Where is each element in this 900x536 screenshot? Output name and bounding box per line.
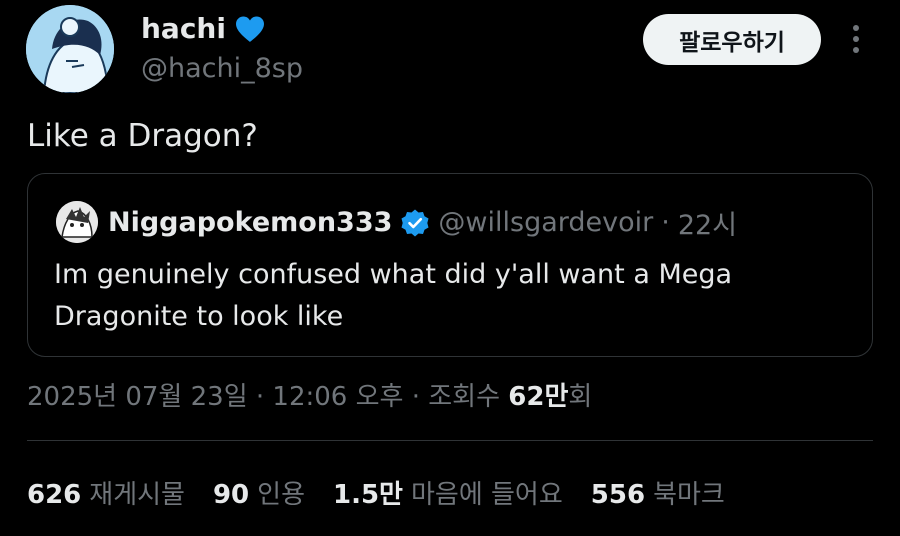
quoted-text: Im genuinely confused what did y'all wan… bbox=[54, 259, 733, 332]
stat-quotes[interactable]: 90 인용 bbox=[213, 474, 305, 511]
stat-reposts[interactable]: 626 재게시물 bbox=[27, 474, 185, 511]
view-count: 62만 bbox=[508, 382, 569, 412]
quoted-tweet[interactable]: Niggapokemon333 @willsgardevoir · 22시 Im… bbox=[27, 173, 873, 357]
verified-badge-icon bbox=[401, 209, 429, 236]
stat-number: 1.5만 bbox=[333, 480, 403, 510]
quoted-author-avatar bbox=[56, 201, 98, 243]
view-count-suffix: 회 bbox=[568, 382, 593, 412]
more-options-icon[interactable] bbox=[846, 22, 866, 56]
stat-bookmarks[interactable]: 556 북마크 bbox=[591, 474, 725, 511]
tweet-text: Like a Dragon? bbox=[27, 118, 258, 154]
stat-number: 626 bbox=[27, 480, 82, 510]
stat-number: 556 bbox=[590, 480, 646, 510]
author-display-name[interactable]: hachi bbox=[141, 12, 226, 45]
tweet-timestamp[interactable]: 2025년 07월 23일 · 12:06 오후 · 조회수 bbox=[27, 382, 508, 412]
quoted-separator: · bbox=[661, 207, 670, 238]
quoted-avatar-image bbox=[56, 201, 98, 243]
engagement-stats: 626 재게시물 90 인용 1.5만 마음에 들어요 556 북마크 bbox=[27, 474, 753, 511]
author-name-row: hachi bbox=[141, 12, 266, 45]
stat-likes[interactable]: 1.5만 마음에 들어요 bbox=[333, 474, 563, 511]
author-avatar[interactable] bbox=[26, 5, 114, 93]
stat-label: 재게시물 bbox=[89, 480, 185, 510]
follow-button[interactable]: 팔로우하기 bbox=[643, 14, 821, 65]
quoted-handle: @willsgardevoir bbox=[438, 207, 654, 238]
stat-label: 마음에 들어요 bbox=[410, 480, 563, 510]
avatar-image bbox=[26, 5, 114, 93]
quoted-header: Niggapokemon333 @willsgardevoir · 22시 bbox=[108, 203, 737, 242]
author-handle[interactable]: @hachi_8sp bbox=[141, 53, 303, 84]
stat-label: 인용 bbox=[257, 480, 305, 510]
tweet-meta: 2025년 07월 23일 · 12:06 오후 · 조회수 62만회 bbox=[27, 376, 592, 413]
quoted-display-name: Niggapokemon333 bbox=[108, 207, 393, 238]
stat-number: 90 bbox=[212, 480, 250, 510]
quoted-timestamp: 22시 bbox=[677, 210, 738, 241]
divider bbox=[27, 440, 873, 441]
stat-label: 북마크 bbox=[653, 480, 725, 510]
blue-heart-icon bbox=[235, 16, 264, 42]
